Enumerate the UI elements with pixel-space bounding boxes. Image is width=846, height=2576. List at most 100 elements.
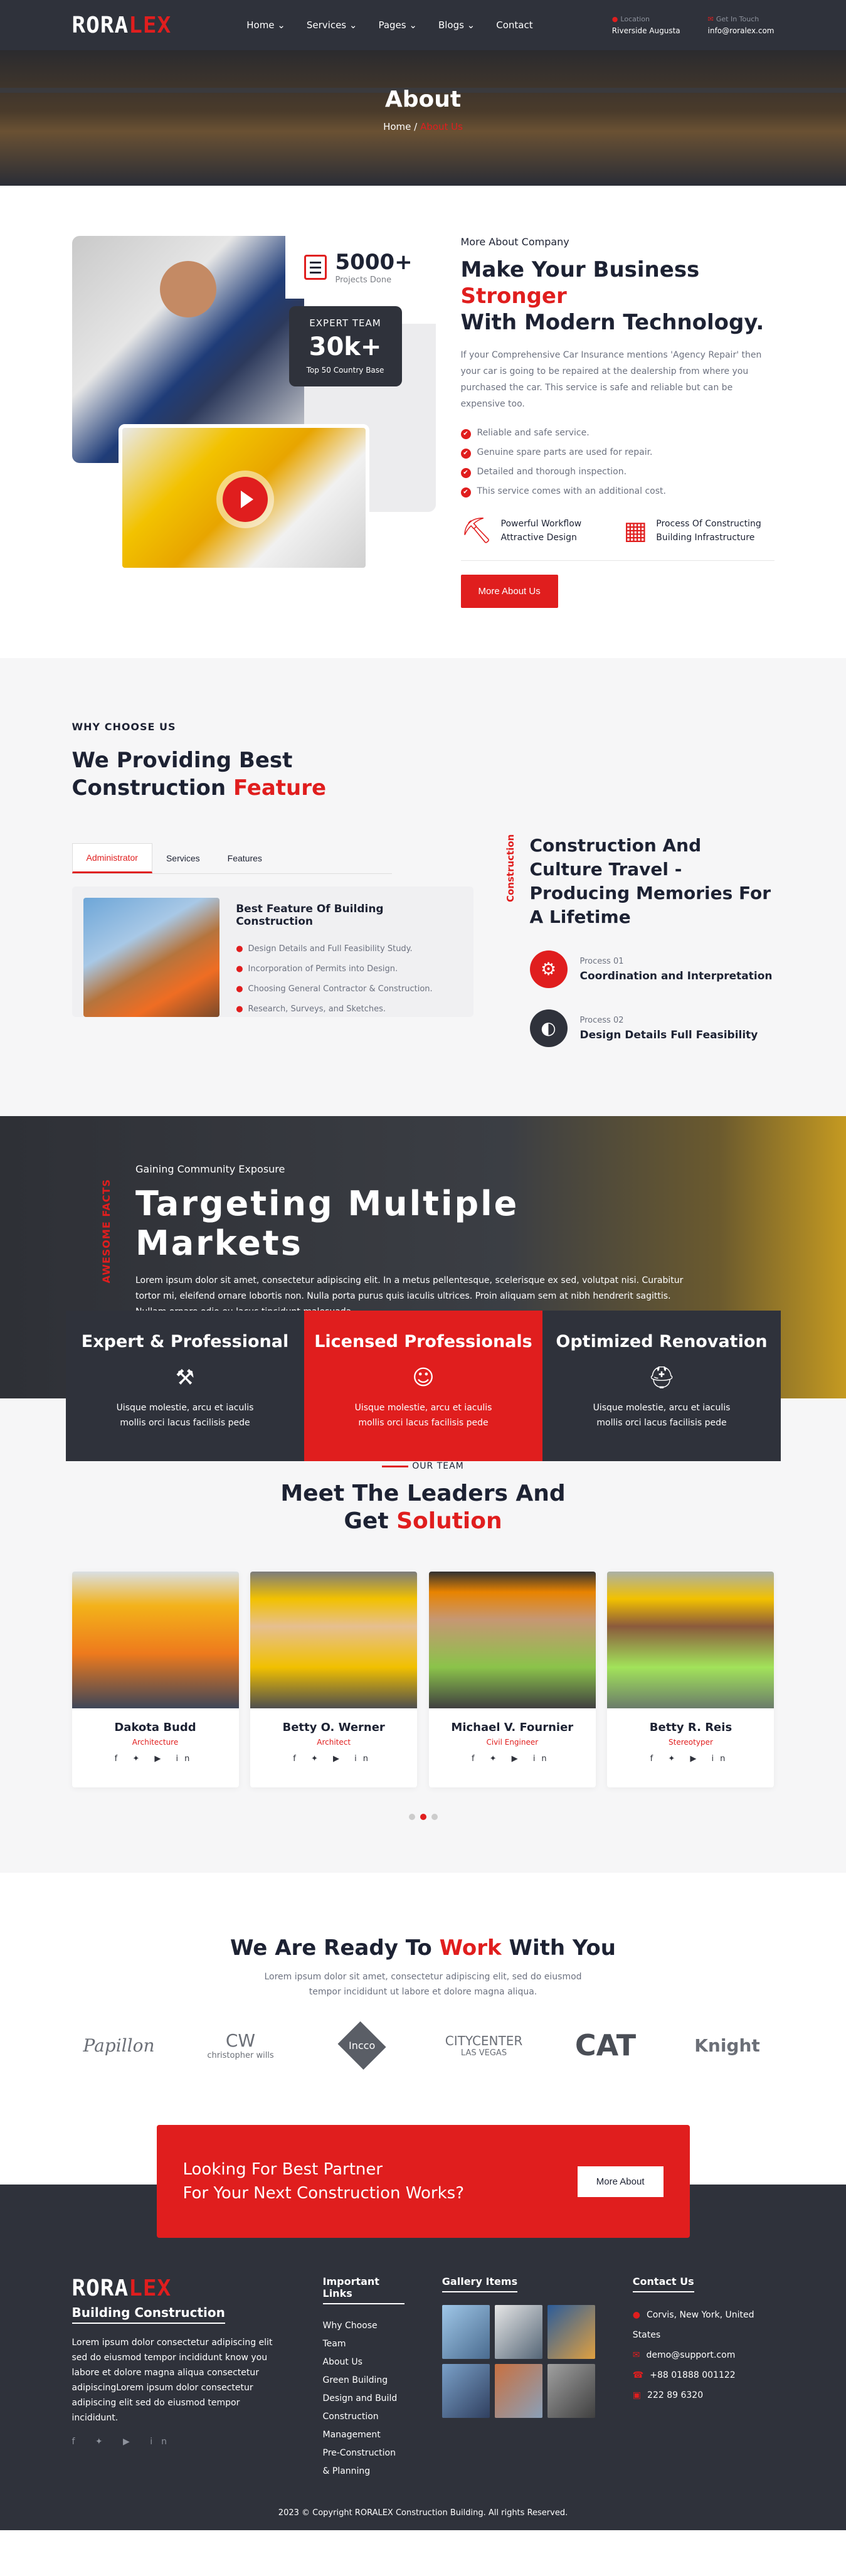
contact-phone[interactable]: ☎ +88 01888 001122 [633, 2365, 775, 2385]
footer-link[interactable]: Why Choose [323, 2317, 404, 2335]
footer-logo[interactable]: RORALEX [72, 2275, 285, 2301]
markets-section: AWESOME FACTS Gaining Community Exposure… [0, 1116, 846, 1461]
partner-logo[interactable]: CAT [559, 2028, 653, 2062]
gallery-image[interactable] [494, 2364, 542, 2418]
mail-icon: ✉ [707, 15, 714, 23]
nav-blogs[interactable]: Blogs ⌄ [438, 19, 475, 31]
why-tabs: Administrator Services Features [71, 843, 392, 874]
more-about-us-button[interactable]: More About Us [460, 575, 558, 608]
team-card[interactable]: Michael V. Fournier Civil Engineer f ✦ ▶ i… [428, 1572, 596, 1787]
list-item: This service comes with an additional co… [461, 482, 775, 501]
logo[interactable]: RORALEX [72, 13, 172, 38]
section-tag: OUR TEAM [72, 1461, 775, 1471]
partners-paragraph: Lorem ipsum dolor sit amet, consectetur … [264, 1972, 582, 1997]
cta-banner: Looking For Best Partner For Your Next Co… [156, 2125, 690, 2238]
markets-subtitle: Gaining Community Exposure [135, 1163, 285, 1175]
partner-logo[interactable]: CITYCENTER LAS VEGAS [437, 2033, 531, 2058]
partner-logo[interactable]: Papillon [72, 2035, 166, 2056]
social-icons[interactable]: f ✦ ▶ in [250, 1754, 417, 1764]
partner-logo[interactable]: CW christopher wills [194, 2030, 288, 2060]
footer-link[interactable]: Green Building [323, 2371, 404, 2390]
contact-title: Contact Us [632, 2275, 694, 2292]
projects-stat: 5000+ Projects Done [285, 236, 436, 299]
footer-link[interactable]: About Us [323, 2353, 404, 2371]
footer-link[interactable]: Pre-Construction & Planning [323, 2444, 404, 2481]
about-kicker: More About Company [460, 236, 569, 248]
carousel-dot[interactable] [408, 1814, 415, 1820]
about-section: 5000+ Projects Done EXPERT TEAM 30k+ Top 50… [0, 186, 846, 658]
page-banner: About Home / About Us [0, 50, 846, 186]
footer-tagline: Building Construction [71, 2305, 225, 2324]
team-heading: Meet The Leaders And Get Solution [280, 1481, 566, 1534]
gallery-image[interactable] [442, 2364, 490, 2418]
feature-infrastructure: ▦ Process Of Constructing Building Infras… [623, 516, 761, 545]
footer-links: Important Links Why Choose Team About Us… [322, 2275, 404, 2481]
why-choose-section: WHY CHOOSE US We Providing Best Construct… [0, 658, 846, 1116]
cta-more-about-button[interactable]: More About [577, 2166, 664, 2197]
card-title: Best Feature Of Building Construction [236, 903, 384, 928]
email-info[interactable]: ✉ Get In Touch info@roralex.com [708, 14, 775, 36]
gallery-image[interactable] [442, 2305, 490, 2359]
list-item: Genuine spare parts are used for repair. [461, 443, 775, 462]
team-card[interactable]: Betty O. Werner Architect f ✦ ▶ in [250, 1572, 418, 1787]
list-item: Reliable and safe service. [461, 423, 775, 443]
footer-brand: RORALEX Building Construction Lorem ipsu… [71, 2275, 285, 2481]
tab-services[interactable]: Services [152, 843, 214, 873]
contact-address: ● Corvis, New York, United States [632, 2310, 754, 2340]
main-nav: Home ⌄ Services ⌄ Pages ⌄ Blogs ⌄ Contac… [246, 19, 532, 31]
nav-pages[interactable]: Pages ⌄ [378, 19, 416, 31]
footer-link[interactable]: Team [323, 2335, 404, 2353]
social-icons[interactable]: f ✦ ▶ in [72, 1754, 239, 1764]
phone-icon: ☎ [632, 2370, 644, 2380]
social-icons[interactable]: f ✦ ▶ in [607, 1754, 774, 1764]
footer-link[interactable]: Construction Management [323, 2408, 404, 2444]
carousel-dot[interactable] [431, 1814, 438, 1820]
breadcrumb-home[interactable]: Home [383, 121, 411, 132]
footer-social-icons[interactable]: f ✦ ▶ in [72, 2437, 285, 2447]
feature-box-expert: Expert & Professional ⚒ Uisque molestie, a… [66, 1311, 304, 1461]
helmet-icon: ⛑ [648, 1365, 675, 1390]
nav-contact[interactable]: Contact [496, 19, 532, 31]
process-01: ⚙ Process 01 Coordination and Interpretati… [529, 950, 775, 988]
site-footer: RORALEX Building Construction Lorem ipsu… [0, 2238, 846, 2530]
check-list: Reliable and safe service. Genuine spare… [461, 423, 775, 501]
gallery-title: Gallery Items [442, 2275, 518, 2292]
gallery-image[interactable] [547, 2305, 595, 2359]
carousel-dots [72, 1812, 775, 1823]
helmets-video-image [118, 424, 369, 572]
header-info: ● Location Riverside Augusta ✉ Get In Touch… [612, 14, 775, 36]
team-icon: ☺ [412, 1365, 435, 1390]
tab-features[interactable]: Features [214, 843, 276, 873]
feature-boxes: Expert & Professional ⚒ Uisque molestie, a… [66, 1311, 781, 1461]
nav-home[interactable]: Home ⌄ [246, 19, 285, 31]
footer-link[interactable]: Design and Build [323, 2390, 404, 2408]
social-icons[interactable]: f ✦ ▶ in [429, 1754, 596, 1764]
tab-administrator[interactable]: Administrator [71, 843, 152, 873]
gallery-image[interactable] [547, 2364, 595, 2418]
tab-content-card: Best Feature Of Building Construction De… [71, 886, 473, 1019]
partner-logos: Papillon CW christopher wills Incco CITYC… [72, 2021, 775, 2070]
process-icon: ◐ [529, 1009, 568, 1047]
partner-logo[interactable]: Incco [315, 2021, 410, 2070]
worker-icon: ⚒ [175, 1365, 195, 1390]
about-paragraph: If your Comprehensive Car Insurance ment… [460, 350, 762, 409]
crane-icon: ⛏ [460, 516, 493, 545]
contact-email[interactable]: ✉ demo@support.com [633, 2345, 775, 2365]
carousel-dot[interactable] [420, 1814, 426, 1820]
member-photo [250, 1572, 418, 1708]
location-info: ● Location Riverside Augusta [611, 15, 680, 35]
nav-services[interactable]: Services ⌄ [307, 19, 357, 31]
list-item: Research, Surveys, and Sketches. [236, 999, 462, 1019]
team-card[interactable]: Dakota Budd Architecture f ✦ ▶ in [71, 1572, 239, 1787]
list-item: Detailed and thorough inspection. [461, 462, 775, 482]
partner-logo[interactable]: Knight [680, 2035, 775, 2056]
play-video-button[interactable] [222, 477, 268, 522]
feature-box-renovation: Optimized Renovation ⛑ Uisque molestie, ar… [542, 1311, 781, 1461]
member-photo [71, 1572, 239, 1708]
team-card[interactable]: Betty R. Reis Stereotyper f ✦ ▶ in [607, 1572, 775, 1787]
team-section: OUR TEAM Meet The Leaders And Get Solutio… [0, 1461, 846, 1873]
feature-workflow: ⛏ Powerful Workflow Attractive Design [460, 516, 582, 545]
breadcrumb: Home / About Us [383, 121, 463, 132]
gallery-image[interactable] [494, 2305, 542, 2359]
location-icon: ● [632, 2310, 641, 2320]
